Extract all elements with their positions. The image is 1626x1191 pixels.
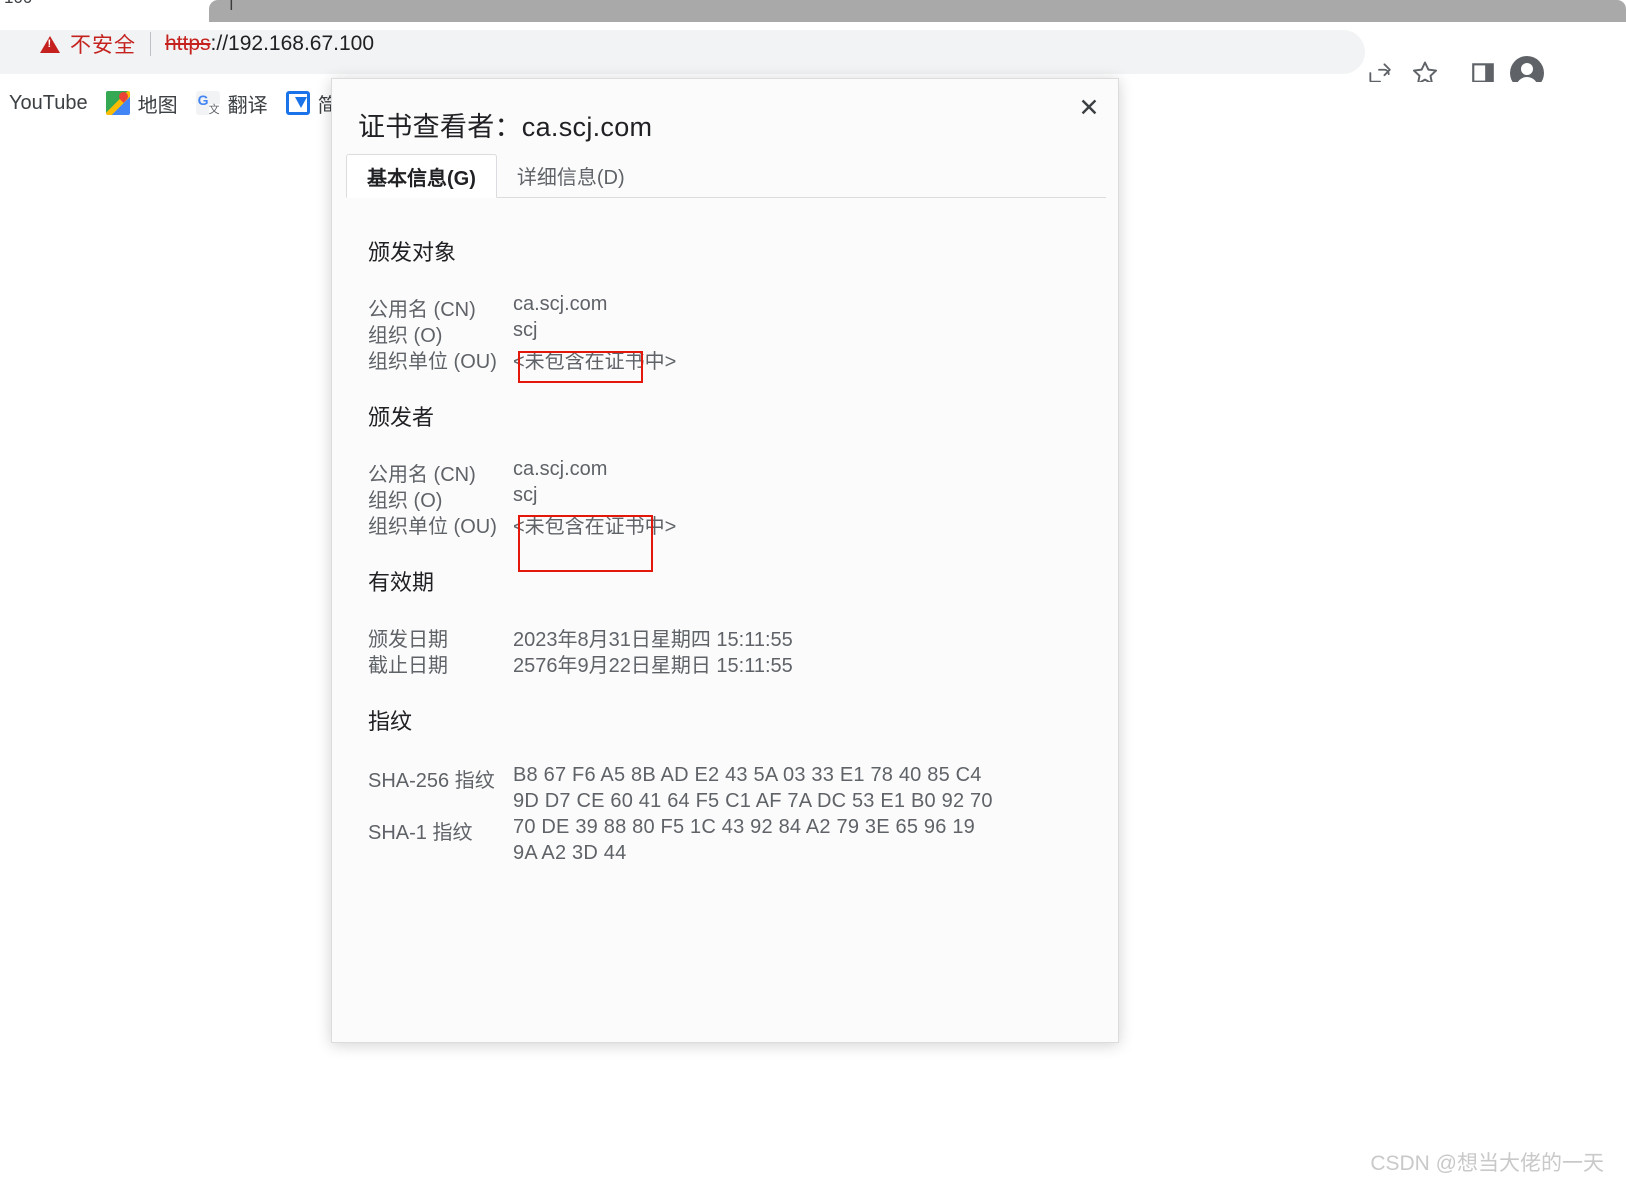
close-icon[interactable]: ✕ <box>1070 89 1108 127</box>
field-value: ca.scj.com <box>513 458 608 480</box>
omnibox-divider <box>150 32 151 56</box>
field-expiry-date: 截止日期 2576年9月22日星期日 15:11:55 <box>368 649 793 677</box>
field-label: 组织单位 (OU) <box>368 351 497 373</box>
field-value: 2576年9月22日星期日 15:11:55 <box>513 655 793 677</box>
download-icon <box>285 91 310 115</box>
bookmark-maps[interactable]: 地图 <box>97 87 187 119</box>
browser-tab-inactive[interactable]: 100 ✕ <box>0 0 205 22</box>
bookmark-youtube[interactable]: YouTube <box>0 87 97 119</box>
field-label: 公用名 (CN) <box>368 299 476 321</box>
url-host: ://192.168.67.100 <box>210 32 375 55</box>
csdn-watermark: CSDN @想当大佬的一天 <box>1370 1152 1604 1175</box>
bookmark-label: 地图 <box>137 94 178 117</box>
url-scheme: https <box>165 32 211 55</box>
browser-tab-strip: 100 ✕ | <box>0 0 1626 22</box>
field-value: scj <box>513 319 538 341</box>
field-label: 截止日期 <box>368 655 448 677</box>
browser-tab-title: 100 <box>4 0 32 6</box>
section-validity: 有效期 颁发日期 2023年8月31日星期四 15:11:55 截止日期 257… <box>368 565 793 677</box>
browser-toolbar: 不安全 https ://192.168.67.100 <box>0 22 1626 91</box>
field-label: SHA-1 指纹 <box>368 822 473 844</box>
field-subject-ou: 组织单位 (OU) <未包含在证书中> <box>368 345 677 373</box>
field-issuer-o: 组织 (O) scj <box>368 484 676 512</box>
maps-icon <box>105 91 130 115</box>
section-heading: 有效期 <box>368 570 435 595</box>
bookmark-label: YouTube <box>9 91 88 114</box>
field-value: ca.scj.com <box>513 293 608 315</box>
field-sha256-fingerprint-cont: 9D D7 CE 60 41 64 F5 C1 AF 7A DC 53 E1 B… <box>368 790 993 816</box>
field-label: SHA-256 指纹 <box>368 770 495 792</box>
field-label: 组织 (O) <box>368 490 443 512</box>
section-issuer: 颁发者 公用名 (CN) ca.scj.com 组织 (O) scj 组织单位 … <box>368 400 677 538</box>
field-issued-date: 颁发日期 2023年8月31日星期四 15:11:55 <box>368 623 793 651</box>
bookmark-translate[interactable]: 翻译 <box>187 87 277 119</box>
field-label: 组织单位 (OU) <box>368 516 497 538</box>
tab-details[interactable]: 详细信息(D) <box>497 153 645 197</box>
field-issuer-ou: 组织单位 (OU) <未包含在证书中> <box>368 510 677 538</box>
address-bar-content: 不安全 https ://192.168.67.100 <box>0 22 374 66</box>
tab-general[interactable]: 基本信息(G) <box>346 154 497 198</box>
field-value: scj <box>513 484 538 506</box>
bookmark-label: 翻译 <box>227 94 268 117</box>
field-label: 颁发日期 <box>368 629 448 651</box>
dialog-title: 证书查看者：ca.scj.com <box>358 112 653 142</box>
certificate-general-panel: 颁发对象 公用名 (CN) ca.scj.com 组织 (O) scj 组织单位… <box>332 199 1118 1042</box>
field-value: 9A A2 3D 44 <box>513 842 627 864</box>
translate-icon <box>195 91 220 117</box>
field-issuer-cn: 公用名 (CN) ca.scj.com <box>368 458 676 486</box>
section-subject: 颁发对象 公用名 (CN) ca.scj.com 组织 (O) scj 组织单位… <box>368 235 677 373</box>
field-value: <未包含在证书中> <box>513 516 677 538</box>
field-sha1-fingerprint: SHA-1 指纹 70 DE 39 88 80 F5 1C 43 92 84 A… <box>368 816 993 844</box>
field-label: 组织 (O) <box>368 325 443 347</box>
warning-triangle-icon <box>40 35 60 53</box>
field-label: 公用名 (CN) <box>368 464 476 486</box>
field-subject-o: 组织 (O) scj <box>368 319 676 347</box>
text-cursor-icon: | <box>229 0 234 10</box>
dialog-tab-list: 基本信息(G) 详细信息(D) <box>346 153 1106 198</box>
field-sha1-fingerprint-cont: 9A A2 3D 44 <box>368 842 993 868</box>
field-value: <未包含在证书中> <box>513 351 677 373</box>
browser-tab-active[interactable]: | <box>209 0 1626 22</box>
certificate-viewer-dialog: ✕ 证书查看者：ca.scj.com 基本信息(G) 详细信息(D) 颁发对象 … <box>331 78 1119 1043</box>
field-sha256-fingerprint: SHA-256 指纹 B8 67 F6 A5 8B AD E2 43 5A 03… <box>368 764 993 792</box>
section-fingerprints: 指纹 SHA-256 指纹 B8 67 F6 A5 8B AD E2 43 5A… <box>368 704 993 868</box>
field-value: 2023年8月31日星期四 15:11:55 <box>513 629 793 651</box>
section-heading: 颁发者 <box>368 405 435 430</box>
field-value: B8 67 F6 A5 8B AD E2 43 5A 03 33 E1 78 4… <box>513 764 982 786</box>
tab-close-icon[interactable]: ✕ <box>170 0 187 5</box>
security-status-label[interactable]: 不安全 <box>70 29 136 59</box>
field-value: 9D D7 CE 60 41 64 F5 C1 AF 7A DC 53 E1 B… <box>513 790 993 812</box>
field-subject-cn: 公用名 (CN) ca.scj.com <box>368 293 676 321</box>
field-value: 70 DE 39 88 80 F5 1C 43 92 84 A2 79 3E 6… <box>513 816 975 838</box>
section-heading: 颁发对象 <box>368 240 457 265</box>
section-heading: 指纹 <box>368 709 413 734</box>
